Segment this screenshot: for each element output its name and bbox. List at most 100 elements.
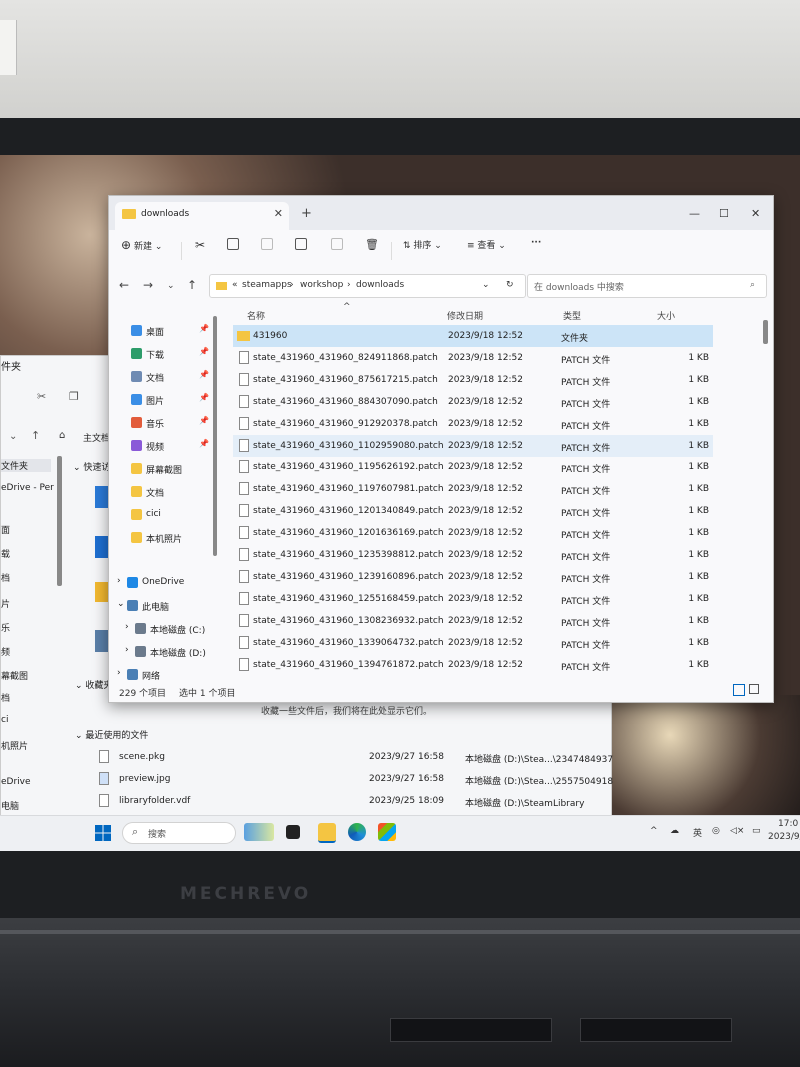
nav-pane-scrollbar[interactable] bbox=[213, 316, 217, 556]
view-button[interactable]: ≡ 查看 ⌄ bbox=[467, 238, 506, 260]
start-button[interactable] bbox=[95, 825, 111, 841]
back-sidebar-item[interactable]: 机照片 bbox=[1, 739, 28, 752]
recent-file-row[interactable]: preview.jpg 2023/9/27 16:58 本地磁盘 (D:)\Stea… bbox=[99, 770, 619, 792]
forward-arrow-icon[interactable]: → bbox=[143, 278, 153, 292]
rename-icon[interactable] bbox=[295, 238, 311, 260]
breadcrumb-overflow[interactable]: « bbox=[232, 280, 238, 290]
chevron-right-icon[interactable]: › bbox=[117, 668, 121, 678]
back-arrow-icon[interactable]: ← bbox=[119, 278, 129, 292]
chevron-right-icon[interactable]: › bbox=[125, 645, 129, 655]
back-sidebar-item[interactable]: 电脑 bbox=[1, 799, 19, 812]
copy-icon[interactable] bbox=[227, 238, 243, 260]
chevron-right-icon[interactable]: › bbox=[125, 622, 129, 632]
address-bar[interactable]: « steamapps › workshop › downloads ⌄ ↻ bbox=[209, 274, 526, 298]
chevron-right-icon[interactable]: ⌄ bbox=[117, 599, 125, 609]
file-row[interactable]: state_431960_431960_1394761872.patch 2023… bbox=[233, 654, 713, 676]
back-sidebar-item[interactable]: ci bbox=[1, 715, 8, 725]
sort-button[interactable]: ⇅ 排序 ⌄ bbox=[403, 238, 442, 260]
cut-icon[interactable]: ✂ bbox=[37, 390, 46, 403]
recent-file-row[interactable]: scene.pkg 2023/9/27 16:58 本地磁盘 (D:)\Stea..… bbox=[99, 748, 619, 770]
breadcrumb-steamapps[interactable]: steamapps bbox=[242, 280, 292, 290]
quick-access-thumb-4[interactable] bbox=[95, 630, 109, 652]
close-window-icon[interactable]: ✕ bbox=[751, 207, 760, 220]
back-sidebar-item[interactable]: 载 bbox=[1, 547, 10, 560]
back-sidebar-item[interactable]: eDrive bbox=[1, 777, 31, 787]
quick-access-thumb-2[interactable] bbox=[95, 536, 109, 558]
file-row[interactable]: state_431960_431960_1235398812.patch 2023… bbox=[233, 544, 713, 566]
battery-icon[interactable]: ▭ bbox=[752, 826, 761, 836]
back-sidebar-item[interactable]: 面 bbox=[1, 523, 10, 536]
back-sidebar-item[interactable]: 乐 bbox=[1, 621, 10, 634]
widgets-icon[interactable] bbox=[244, 823, 274, 841]
store-icon[interactable] bbox=[378, 823, 396, 841]
back-sidebar-item[interactable]: 档 bbox=[1, 571, 10, 584]
file-list-scrollbar[interactable] bbox=[763, 320, 768, 344]
delete-icon[interactable]: 🗑 bbox=[365, 238, 379, 260]
file-explorer-icon[interactable] bbox=[318, 823, 336, 843]
breadcrumb-downloads[interactable]: downloads bbox=[356, 280, 404, 290]
chevron-down-icon[interactable]: ⌄ bbox=[482, 280, 490, 290]
paste-icon[interactable] bbox=[261, 238, 277, 260]
chevron-up-icon[interactable]: ^ bbox=[650, 826, 658, 836]
volume-icon[interactable]: ◁× bbox=[730, 826, 744, 836]
back-sidebar-item[interactable]: 幕截图 bbox=[1, 669, 28, 682]
column-name[interactable]: 名称 bbox=[247, 309, 265, 322]
back-sidebar-item[interactable]: 档 bbox=[1, 691, 10, 704]
recent-file-row[interactable]: libraryfolder.vdf 2023/9/25 18:09 本地磁盘 (D:… bbox=[99, 792, 619, 814]
clock-time[interactable]: 17:0 bbox=[778, 819, 798, 829]
back-sidebar-item[interactable]: 频 bbox=[1, 645, 10, 658]
network-icon bbox=[127, 669, 138, 680]
maximize-icon[interactable]: ☐ bbox=[719, 207, 729, 220]
clock-date[interactable]: 2023/9/2 bbox=[768, 832, 800, 842]
column-date[interactable]: 修改日期 bbox=[447, 309, 483, 322]
taskbar-search[interactable]: ⌕ 搜索 bbox=[122, 822, 236, 844]
file-row[interactable]: state_431960_431960_824911868.patch 2023/… bbox=[233, 347, 713, 369]
more-options-button[interactable]: ··· bbox=[531, 238, 541, 260]
tab-downloads[interactable]: downloads ✕ bbox=[115, 202, 289, 230]
tiles-view-icon[interactable] bbox=[749, 684, 759, 694]
wifi-icon[interactable]: ◎ bbox=[712, 826, 720, 836]
file-row[interactable]: state_431960_431960_1195626192.patch 2023… bbox=[233, 456, 713, 478]
chevron-right-icon[interactable]: › bbox=[117, 576, 121, 586]
quick-access-thumb-3[interactable] bbox=[95, 582, 109, 602]
recent-locations-icon[interactable]: ⌄ bbox=[167, 281, 175, 291]
breadcrumb-workshop[interactable]: workshop bbox=[300, 280, 343, 290]
file-row[interactable]: state_431960_431960_1308236932.patch 2023… bbox=[233, 610, 713, 632]
folder-row[interactable]: 431960 2023/9/18 12:52 文件夹 bbox=[233, 325, 713, 347]
column-type[interactable]: 类型 bbox=[563, 309, 581, 322]
file-row[interactable]: state_431960_431960_1197607981.patch 2023… bbox=[233, 478, 713, 500]
minimize-icon[interactable]: — bbox=[689, 207, 700, 220]
cut-icon[interactable]: ✂ bbox=[195, 238, 205, 260]
new-button[interactable]: ⊕ 新建 ⌄ bbox=[121, 238, 162, 260]
network-tray-icon[interactable]: ☁ bbox=[670, 826, 679, 836]
up-arrow-icon[interactable]: ↑ bbox=[187, 278, 197, 292]
file-row[interactable]: state_431960_431960_1255168459.patch 2023… bbox=[233, 588, 713, 610]
file-row[interactable]: state_431960_431960_1201636169.patch 2023… bbox=[233, 522, 713, 544]
file-row[interactable]: state_431960_431960_875617215.patch 2023/… bbox=[233, 369, 713, 391]
copy-icon[interactable]: ❐ bbox=[69, 390, 79, 403]
file-row[interactable]: state_431960_431960_884307090.patch 2023/… bbox=[233, 391, 713, 413]
chevron-down-icon[interactable]: ⌄ bbox=[9, 431, 17, 442]
search-input[interactable]: 在 downloads 中搜索 ⌕ bbox=[527, 274, 767, 298]
back-address-crumb[interactable]: 主文档 bbox=[83, 431, 110, 444]
back-sidebar-item[interactable]: eDrive - Per bbox=[1, 483, 54, 493]
share-icon[interactable] bbox=[331, 238, 347, 260]
back-sidebar-item[interactable]: 片 bbox=[1, 597, 10, 610]
up-arrow-icon[interactable]: ↑ bbox=[31, 429, 40, 442]
file-row[interactable]: state_431960_431960_1239160896.patch 2023… bbox=[233, 566, 713, 588]
close-tab-icon[interactable]: ✕ bbox=[274, 207, 283, 220]
ime-indicator[interactable]: 英 bbox=[693, 826, 702, 839]
file-row[interactable]: state_431960_431960_1339064732.patch 2023… bbox=[233, 632, 713, 654]
file-row[interactable]: state_431960_431960_1102959080.patch 2023… bbox=[233, 434, 713, 457]
refresh-icon[interactable]: ↻ bbox=[506, 280, 514, 290]
task-view-icon[interactable] bbox=[286, 825, 300, 839]
column-size[interactable]: 大小 bbox=[657, 309, 675, 322]
edge-browser-icon[interactable] bbox=[348, 823, 366, 841]
back-sidebar-item[interactable]: 文件夹 bbox=[1, 459, 51, 472]
file-row[interactable]: state_431960_431960_1201340849.patch 2023… bbox=[233, 500, 713, 522]
details-view-icon[interactable] bbox=[733, 684, 745, 696]
file-date: 2023/9/18 12:52 bbox=[448, 331, 523, 341]
quick-access-thumb-1[interactable] bbox=[95, 486, 109, 508]
file-row[interactable]: state_431960_431960_912920378.patch 2023/… bbox=[233, 413, 713, 435]
new-tab-button[interactable]: + bbox=[301, 206, 312, 221]
